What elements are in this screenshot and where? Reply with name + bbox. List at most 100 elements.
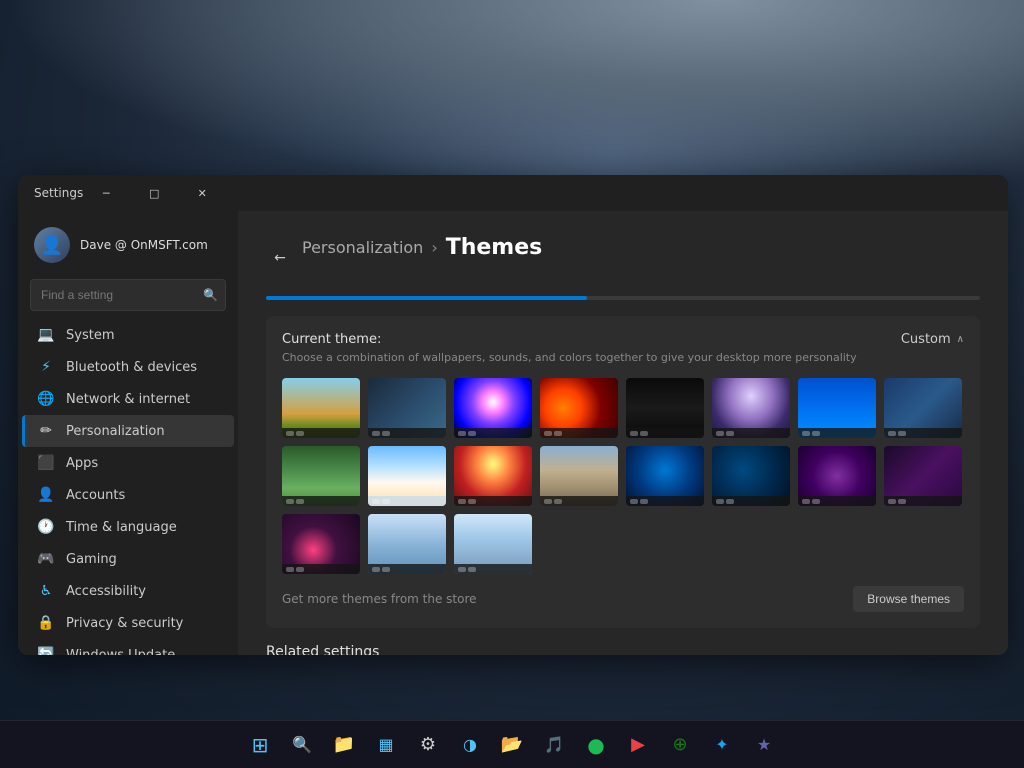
sidebar-item-update[interactable]: 🔄 Windows Update: [22, 639, 234, 655]
sidebar-item-network-label: Network & internet: [66, 392, 190, 407]
themes-grid: [282, 378, 964, 574]
search-taskbar-icon[interactable]: 🔍: [284, 727, 320, 763]
search-input[interactable]: [30, 279, 226, 311]
sidebar-item-accounts-label: Accounts: [66, 488, 125, 503]
theme-card-17[interactable]: [282, 514, 360, 574]
time-icon: 🕐: [38, 519, 54, 535]
sidebar-item-personalization-label: Personalization: [66, 424, 165, 439]
xbox-icon[interactable]: ⊕: [662, 727, 698, 763]
breadcrumb: Personalization › Themes: [302, 235, 542, 260]
sidebar-item-system[interactable]: 💻 System: [22, 319, 234, 351]
breadcrumb-parent[interactable]: Personalization: [302, 238, 423, 257]
apps-icon: ⬛: [38, 455, 54, 471]
sidebar-item-accessibility[interactable]: ♿ Accessibility: [22, 575, 234, 607]
theme-card-10[interactable]: [368, 446, 446, 506]
related-settings-title: Related settings: [266, 644, 980, 655]
theme-card-8[interactable]: [884, 378, 962, 438]
theme-card-4[interactable]: [540, 378, 618, 438]
sidebar-item-time-label: Time & language: [66, 520, 177, 535]
update-icon: 🔄: [38, 647, 54, 655]
minimize-button[interactable]: ─: [83, 177, 129, 209]
sidebar-item-privacy[interactable]: 🔒 Privacy & security: [22, 607, 234, 639]
sidebar-item-network[interactable]: 🌐 Network & internet: [22, 383, 234, 415]
theme-card-19[interactable]: [454, 514, 532, 574]
theme-card-3[interactable]: [454, 378, 532, 438]
badge-chevron-icon: ∧: [957, 334, 964, 345]
theme-card-2[interactable]: [368, 378, 446, 438]
teams-icon[interactable]: ★: [746, 727, 782, 763]
media-icon[interactable]: 🎵: [536, 727, 572, 763]
maximize-button[interactable]: □: [131, 177, 177, 209]
file-explorer-icon[interactable]: 📁: [326, 727, 362, 763]
sidebar-item-bluetooth[interactable]: ⚡ Bluetooth & devices: [22, 351, 234, 383]
edge-icon[interactable]: ◑: [452, 727, 488, 763]
sidebar-item-apps-label: Apps: [66, 456, 98, 471]
user-section: 👤 Dave @ OnMSFT.com: [18, 219, 238, 279]
get-more-themes: Get more themes from the store Browse th…: [282, 578, 964, 612]
bluetooth-icon: ⚡: [38, 359, 54, 375]
privacy-icon: 🔒: [38, 615, 54, 631]
window-controls: ─ □ ✕: [83, 177, 225, 209]
sidebar: 👤 Dave @ OnMSFT.com 🔍 💻 System ⚡ Bluetoo…: [18, 211, 238, 655]
theme-panel-header: Current theme: Choose a combination of w…: [282, 332, 964, 364]
sidebar-item-apps[interactable]: ⬛ Apps: [22, 447, 234, 479]
current-theme-value: Custom: [901, 332, 951, 347]
theme-card-15[interactable]: [798, 446, 876, 506]
theme-card-18[interactable]: [368, 514, 446, 574]
theme-scrollbar-fill: [266, 296, 587, 300]
sidebar-item-gaming[interactable]: 🎮 Gaming: [22, 543, 234, 575]
personalization-icon: ✏: [38, 423, 54, 439]
theme-card-12[interactable]: [540, 446, 618, 506]
breadcrumb-separator: ›: [431, 238, 437, 257]
theme-card-14[interactable]: [712, 446, 790, 506]
nav-bar: ← Personalization › Themes: [266, 235, 980, 280]
browse-themes-button[interactable]: Browse themes: [853, 586, 964, 612]
sidebar-item-system-label: System: [66, 328, 114, 343]
theme-card-13[interactable]: [626, 446, 704, 506]
main-content: ← Personalization › Themes Current theme…: [238, 211, 1008, 655]
theme-card-9[interactable]: [282, 446, 360, 506]
widgets-icon[interactable]: ▦: [368, 727, 404, 763]
settings-window: Settings ─ □ ✕ 👤 Dave @ OnMSFT.com 🔍 💻 S…: [18, 175, 1008, 655]
play-icon[interactable]: ▶: [620, 727, 656, 763]
spotify-icon[interactable]: ●: [578, 727, 614, 763]
theme-panel: Current theme: Choose a combination of w…: [266, 316, 980, 628]
breadcrumb-current: Themes: [446, 235, 543, 260]
user-name: Dave @ OnMSFT.com: [80, 238, 208, 252]
theme-scrollbar: [266, 296, 980, 300]
sidebar-item-personalization[interactable]: ✏ Personalization: [22, 415, 234, 447]
sidebar-item-privacy-label: Privacy & security: [66, 616, 183, 631]
twitter-icon[interactable]: ✦: [704, 727, 740, 763]
theme-card-6[interactable]: [712, 378, 790, 438]
accounts-icon: 👤: [38, 487, 54, 503]
settings-taskbar-icon[interactable]: ⚙: [410, 727, 446, 763]
taskbar: ⊞ 🔍 📁 ▦ ⚙ ◑ 📂 🎵 ● ▶ ⊕ ✦ ★: [0, 720, 1024, 768]
sidebar-item-bluetooth-label: Bluetooth & devices: [66, 360, 197, 375]
theme-card-7[interactable]: [798, 378, 876, 438]
avatar[interactable]: 👤: [34, 227, 70, 263]
get-more-text: Get more themes from the store: [282, 592, 477, 606]
system-icon: 💻: [38, 327, 54, 343]
sidebar-item-time[interactable]: 🕐 Time & language: [22, 511, 234, 543]
close-button[interactable]: ✕: [179, 177, 225, 209]
accessibility-icon: ♿: [38, 583, 54, 599]
network-icon: 🌐: [38, 391, 54, 407]
theme-card-11[interactable]: [454, 446, 532, 506]
files-icon[interactable]: 📂: [494, 727, 530, 763]
theme-card-1[interactable]: [282, 378, 360, 438]
settings-window-title: Settings: [34, 186, 83, 200]
gaming-icon: 🎮: [38, 551, 54, 567]
sidebar-item-accounts[interactable]: 👤 Accounts: [22, 479, 234, 511]
theme-panel-desc: Choose a combination of wallpapers, soun…: [282, 351, 857, 364]
back-button[interactable]: ←: [266, 244, 294, 272]
theme-card-16[interactable]: [884, 446, 962, 506]
current-theme-badge[interactable]: Custom ∧: [901, 332, 964, 347]
content-area: 👤 Dave @ OnMSFT.com 🔍 💻 System ⚡ Bluetoo…: [18, 211, 1008, 655]
title-bar: Settings ─ □ ✕: [18, 175, 1008, 211]
theme-card-5[interactable]: [626, 378, 704, 438]
sidebar-item-gaming-label: Gaming: [66, 552, 117, 567]
sidebar-item-accessibility-label: Accessibility: [66, 584, 146, 599]
theme-panel-title: Current theme:: [282, 332, 857, 347]
search-box: 🔍: [30, 279, 226, 311]
windows-start-icon[interactable]: ⊞: [242, 727, 278, 763]
